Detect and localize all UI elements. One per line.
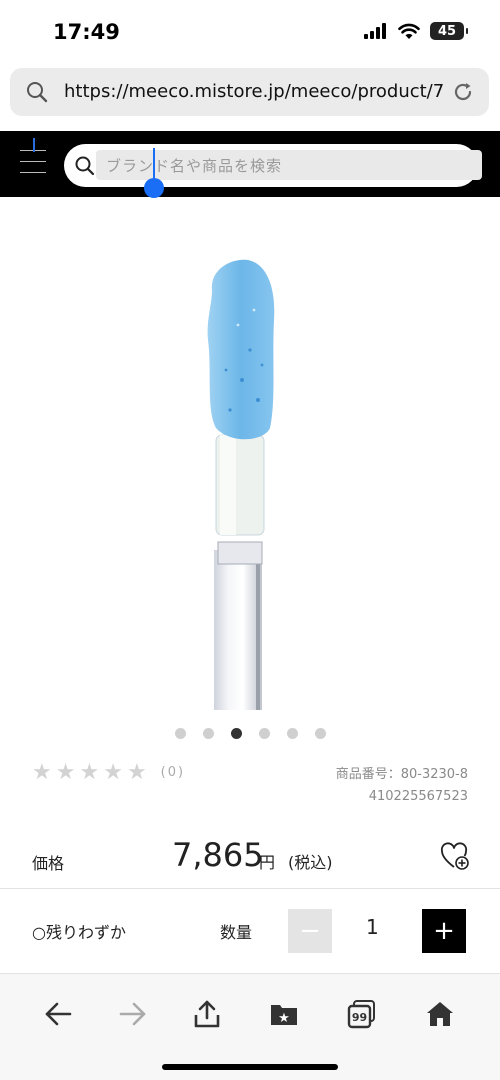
carousel-dot[interactable] [315, 728, 326, 739]
forward-icon [119, 1002, 146, 1026]
tabs-count: 99 [352, 1011, 367, 1024]
star-icon: ★ [126, 760, 147, 785]
site-search-box[interactable]: ブランド名や商品を検索 [64, 144, 482, 187]
site-header: ブランド名や商品を検索 [0, 131, 500, 197]
menu-icon[interactable] [20, 138, 46, 176]
menu-accent [33, 138, 35, 152]
reload-icon[interactable] [451, 80, 475, 104]
carousel-dots [175, 728, 326, 739]
search-icon [27, 82, 48, 103]
star-icon: ★ [79, 760, 100, 785]
quantity-label: 数量 [220, 923, 253, 942]
carousel-dot[interactable] [231, 728, 242, 739]
bookmarks-icon: ★ [271, 1005, 297, 1026]
price-tax: (税込) [288, 853, 333, 872]
site-search-placeholder: ブランド名や商品を検索 [106, 157, 283, 175]
share-button[interactable] [185, 992, 229, 1036]
signal-icon [364, 23, 386, 39]
status-time: 17:49 [53, 20, 120, 44]
battery-icon: 45 [430, 22, 468, 40]
carousel-dot[interactable] [287, 728, 298, 739]
price-value: 7,865 [172, 836, 264, 874]
price-unit: 円 [259, 853, 276, 872]
svg-text:★: ★ [278, 1011, 290, 1026]
site-search-icon [75, 156, 95, 176]
carousel-dot[interactable] [259, 728, 270, 739]
quantity-value[interactable]: 1 [366, 915, 379, 939]
quantity-increase-button[interactable]: + [422, 909, 466, 953]
share-icon [194, 1000, 220, 1028]
tabs-icon: 99 [347, 1000, 375, 1029]
quantity-row: ○残りわずか 数量 − 1 + [0, 889, 500, 974]
back-button[interactable] [36, 992, 80, 1036]
rating-count: (0) [160, 765, 186, 780]
forward-button[interactable] [111, 992, 155, 1036]
price-label: 価格 [32, 854, 65, 873]
bookmarks-button[interactable]: ★ [262, 992, 306, 1036]
url-bar[interactable]: https://meeco.mistore.jp/meeco/product/7… [10, 68, 489, 116]
wifi-icon [398, 23, 420, 39]
home-button[interactable] [418, 992, 462, 1036]
price-row: 価格 7,865 円 (税込) [0, 830, 500, 889]
star-icon: ★ [103, 760, 123, 785]
url-text[interactable]: https://meeco.mistore.jp/meeco/product/7… [64, 81, 444, 102]
star-icon: ★ [32, 760, 52, 785]
product-number: 商品番号：80-3230-8410225567523 [335, 767, 468, 804]
status-icons: 45 [364, 22, 468, 40]
selection-handle[interactable] [144, 178, 164, 198]
product-image[interactable] [150, 250, 350, 710]
stock-status: ○残りわずか [32, 923, 126, 942]
favorite-add-icon[interactable] [440, 842, 470, 872]
quantity-decrease-button[interactable]: − [288, 909, 332, 953]
star-icon: ★ [55, 760, 76, 785]
back-icon [45, 1002, 72, 1026]
home-icon [427, 1002, 453, 1026]
tabs-button[interactable]: 99 [340, 992, 384, 1036]
carousel-dot[interactable] [203, 728, 214, 739]
rating[interactable]: ★ ★ ★ ★ ★ (0) [32, 760, 185, 785]
carousel-dot[interactable] [175, 728, 186, 739]
home-indicator [162, 1064, 338, 1070]
status-bar: 17:49 45 [0, 0, 500, 64]
